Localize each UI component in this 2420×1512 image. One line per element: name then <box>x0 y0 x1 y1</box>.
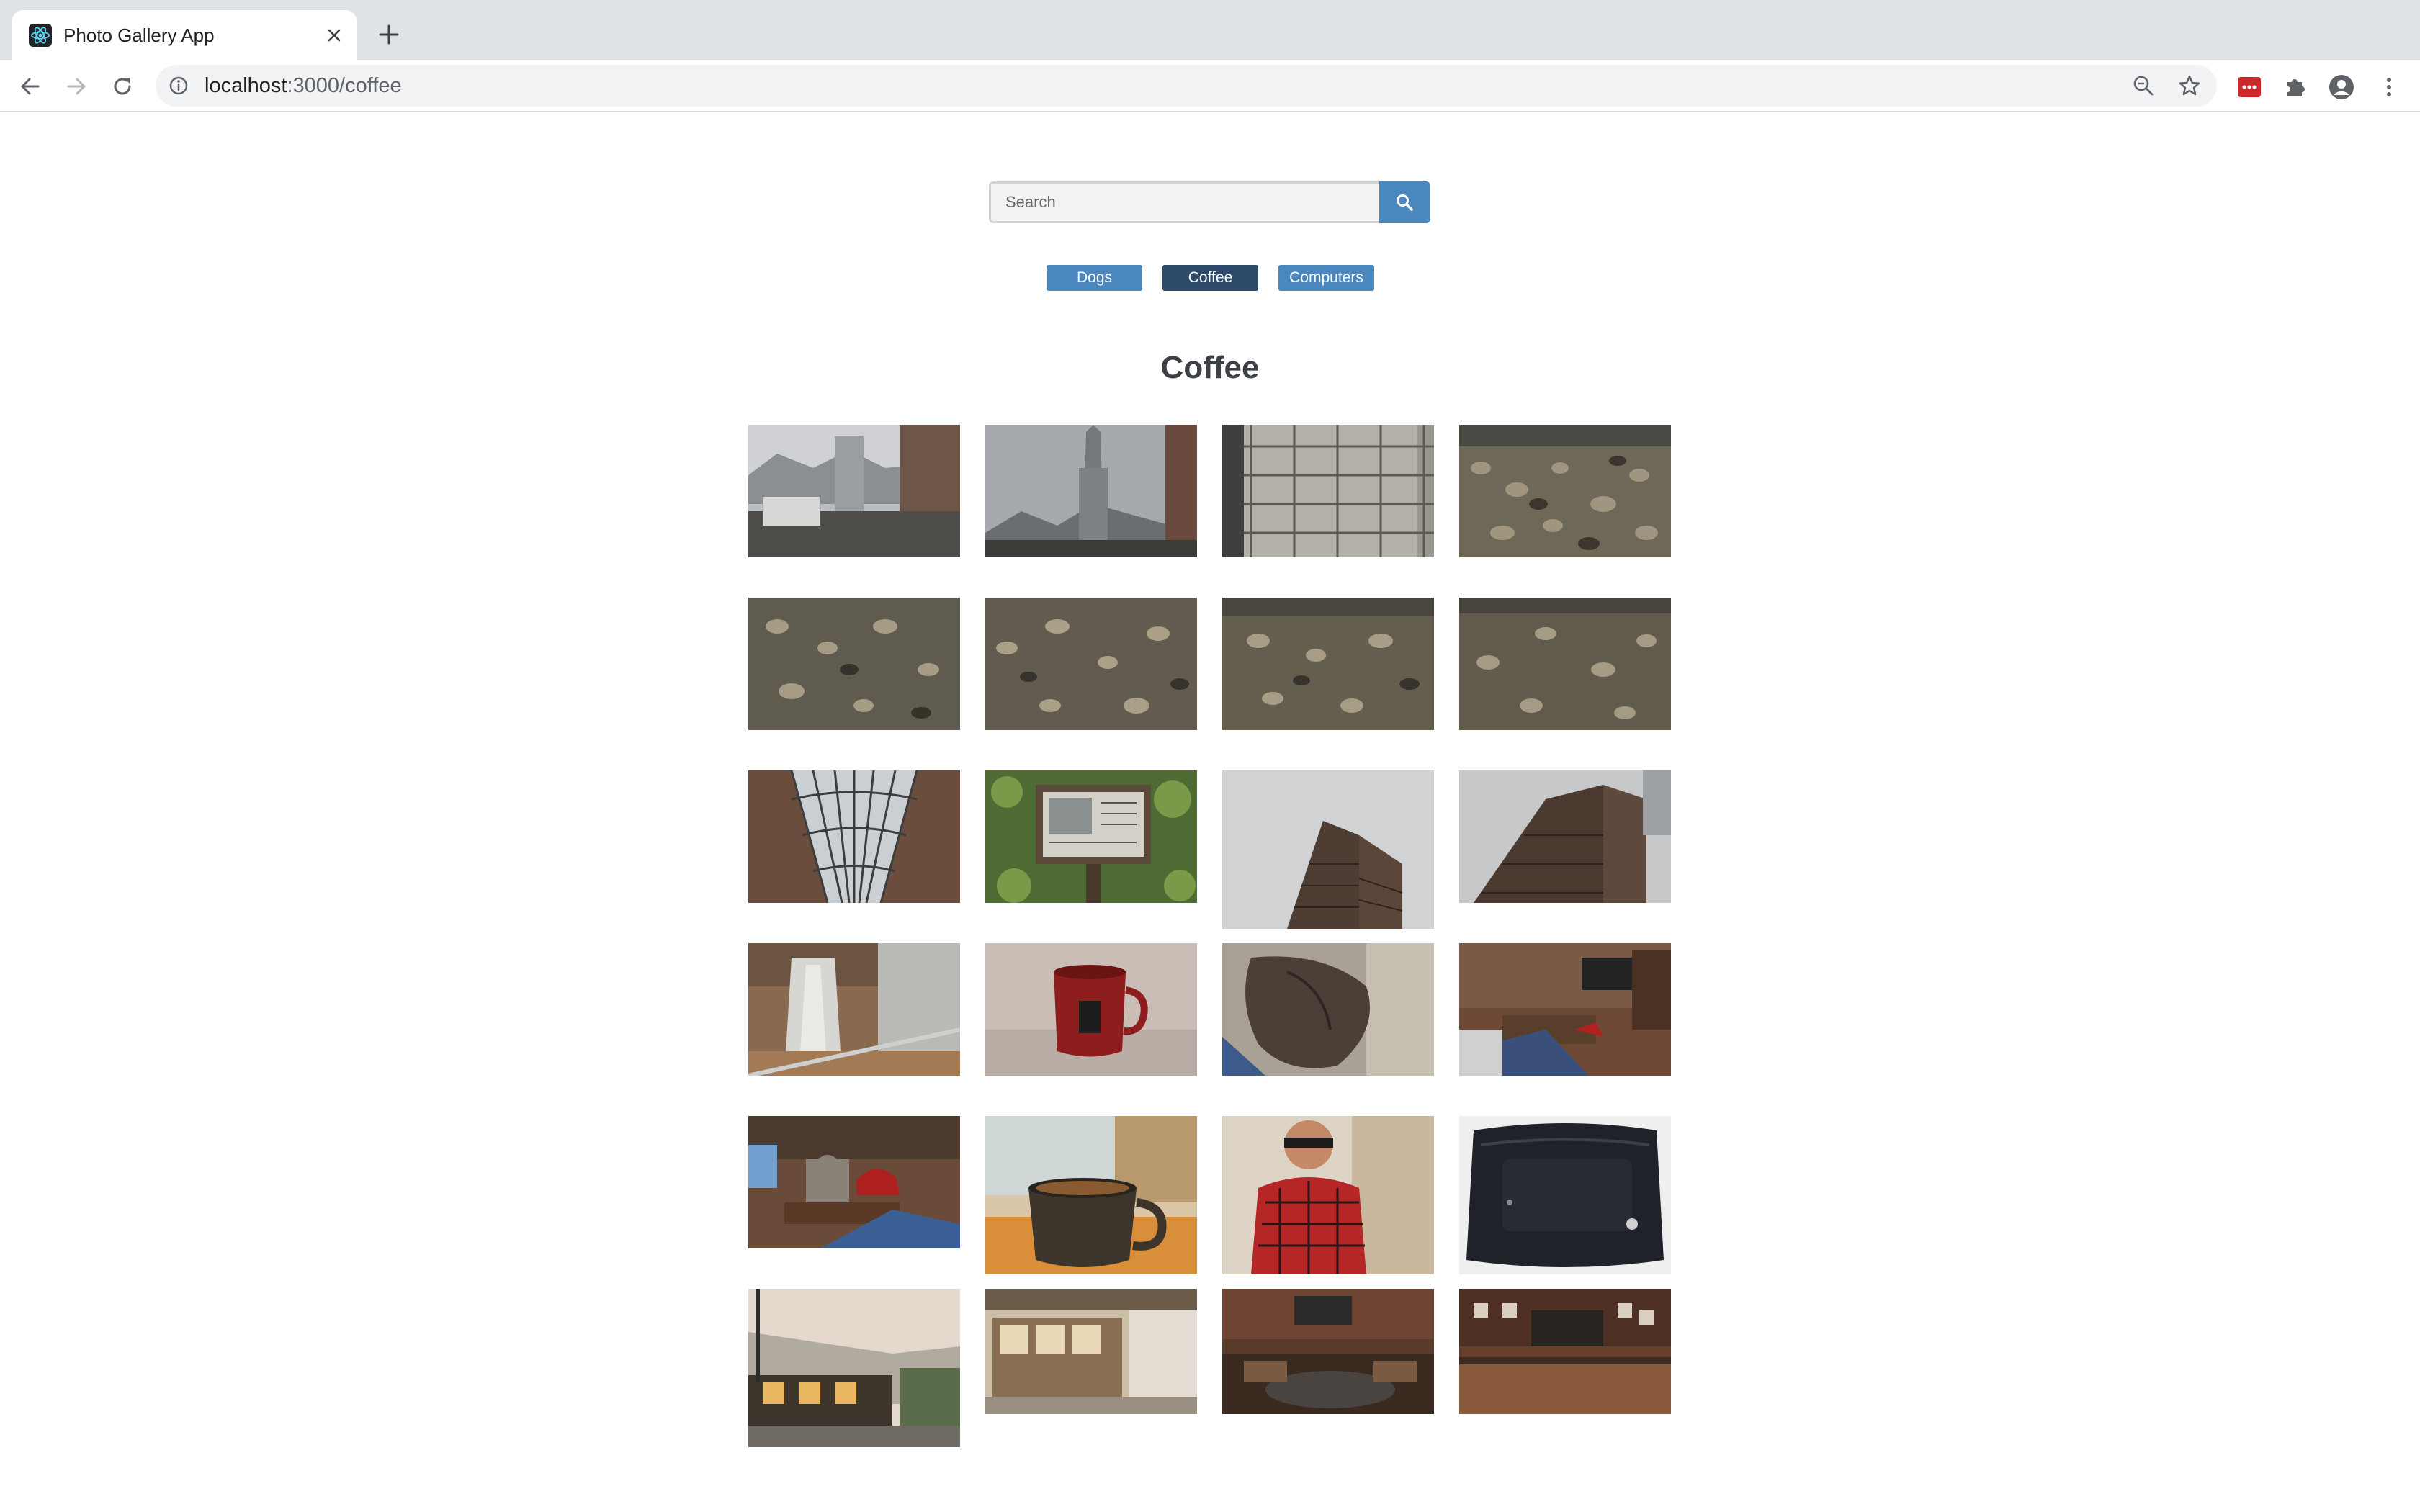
new-tab-icon[interactable] <box>376 22 402 48</box>
bookmark-star-icon[interactable] <box>2178 74 2201 97</box>
photo-item[interactable] <box>748 425 960 557</box>
category-button-coffee[interactable]: Coffee <box>1162 265 1258 291</box>
photo-item[interactable] <box>1222 1289 1434 1414</box>
search-icon <box>1397 194 1413 211</box>
browser-tab[interactable]: Photo Gallery App <box>12 10 357 60</box>
photo-item[interactable] <box>985 770 1197 903</box>
photo-item[interactable] <box>1222 1116 1434 1274</box>
close-icon[interactable] <box>323 24 346 47</box>
photo-item[interactable] <box>1222 770 1434 929</box>
search-input[interactable] <box>989 181 1379 223</box>
photo-item[interactable] <box>985 425 1197 557</box>
reload-icon[interactable] <box>109 73 135 99</box>
address-bar[interactable]: localhost:3000/coffee <box>156 65 2217 107</box>
url-text[interactable]: localhost:3000/coffee <box>205 74 402 98</box>
category-button-dogs[interactable]: Dogs <box>1047 265 1142 291</box>
browser-toolbar: localhost:3000/coffee <box>0 60 2420 112</box>
profile-avatar-icon[interactable] <box>2328 73 2355 101</box>
photo-item[interactable] <box>1222 598 1434 730</box>
photo-item[interactable] <box>1459 1116 1671 1274</box>
react-logo-icon <box>29 24 52 47</box>
photo-item[interactable] <box>748 943 960 1076</box>
zoom-icon[interactable] <box>2132 74 2155 97</box>
forward-icon[interactable] <box>63 73 89 99</box>
search-form <box>989 181 1430 223</box>
photo-item[interactable] <box>985 1116 1197 1274</box>
password-manager-extension-icon[interactable] <box>2236 73 2263 101</box>
gallery-heading: Coffee <box>1160 350 1260 385</box>
photo-item[interactable] <box>748 598 960 730</box>
photo-item[interactable] <box>748 1289 960 1447</box>
tab-title: Photo Gallery App <box>63 24 215 46</box>
url-host: localhost <box>205 74 287 97</box>
back-icon[interactable] <box>17 73 43 99</box>
category-button-computers[interactable]: Computers <box>1278 265 1374 291</box>
url-path: :3000/coffee <box>287 74 402 97</box>
photo-item[interactable] <box>748 1116 960 1248</box>
search-button[interactable] <box>1379 181 1430 223</box>
extensions-puzzle-icon[interactable] <box>2282 73 2309 101</box>
tab-strip: Photo Gallery App <box>0 0 2420 60</box>
photo-item[interactable] <box>1222 943 1434 1076</box>
photo-item[interactable] <box>985 598 1197 730</box>
info-icon[interactable] <box>169 76 189 96</box>
photo-item[interactable] <box>1459 598 1671 730</box>
photo-item[interactable] <box>985 1289 1197 1414</box>
page-content: Dogs Coffee Computers Coffee <box>0 112 2420 1512</box>
photo-item[interactable] <box>985 943 1197 1076</box>
photo-item[interactable] <box>1222 425 1434 557</box>
photo-item[interactable] <box>1459 1289 1671 1414</box>
category-nav: Dogs Coffee Computers <box>1047 265 1374 291</box>
photo-gallery <box>748 425 1672 1469</box>
photo-item[interactable] <box>748 770 960 903</box>
more-menu-icon[interactable] <box>2375 73 2403 101</box>
photo-item[interactable] <box>1459 943 1671 1076</box>
photo-item[interactable] <box>1459 770 1671 903</box>
photo-item[interactable] <box>1459 425 1671 557</box>
